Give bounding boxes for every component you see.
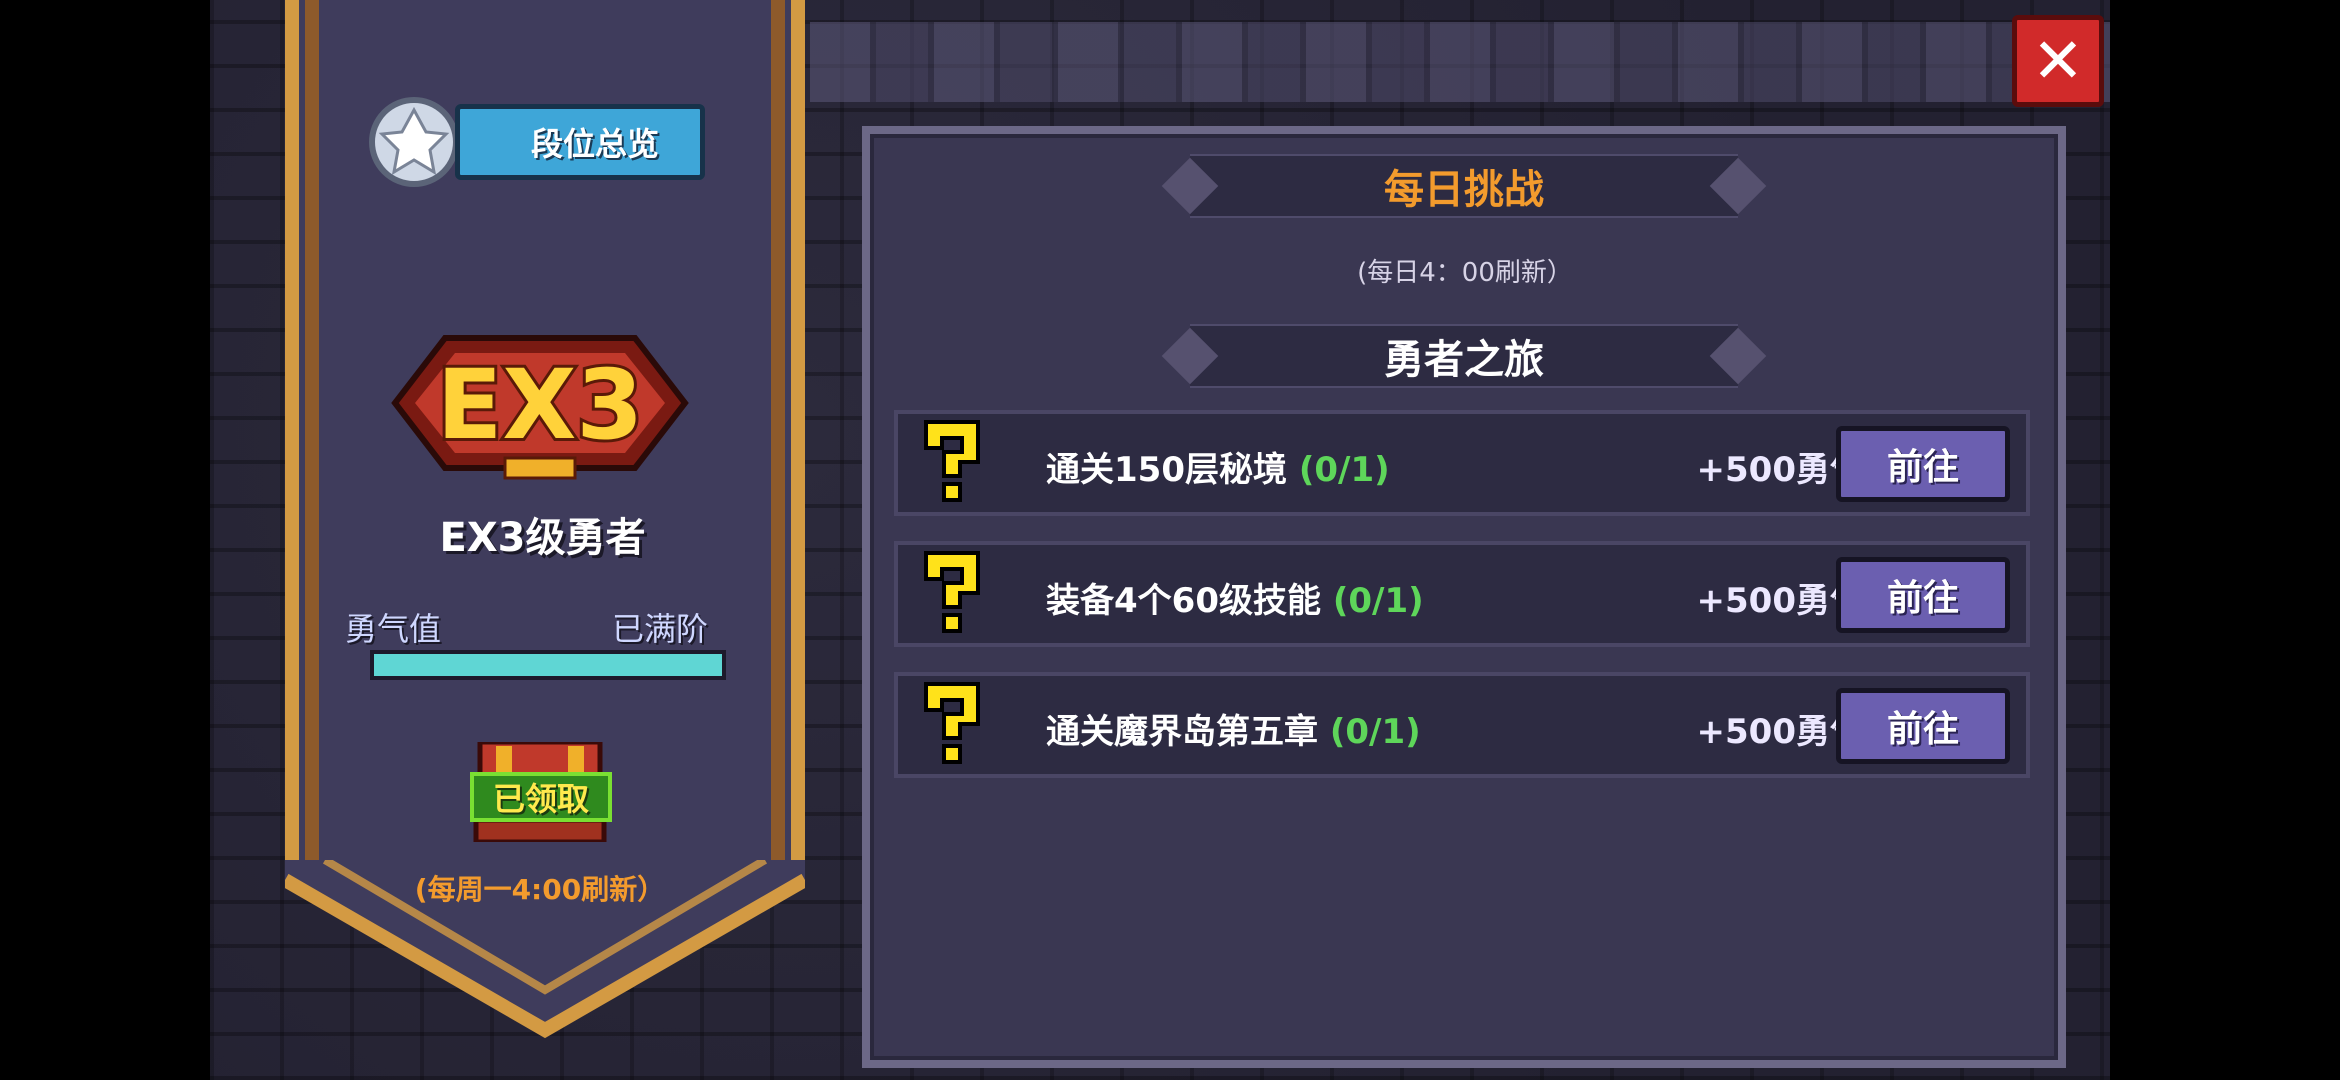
weekly-refresh-note: (每周一4:00刷新） <box>414 873 666 906</box>
quest-go-button[interactable]: 前往 <box>1836 426 2010 502</box>
quest-progress: (0/1) <box>1329 712 1421 752</box>
rank-crest-icon <box>369 97 459 187</box>
close-button[interactable]: ✕ <box>2012 15 2104 107</box>
daily-challenge-header: 每日挑战 <box>1161 154 1767 218</box>
quest-name: 装备4个60级技能 <box>1046 581 1321 621</box>
quest-title: 通关魔界岛第五章 (0/1) <box>1046 704 1421 753</box>
courage-status: 已满阶 <box>612 610 709 648</box>
banner-trim-right <box>771 0 785 880</box>
daily-refresh-note: (每日4：00刷新） <box>1357 258 1573 288</box>
question-mark-icon <box>924 420 980 502</box>
ex-badge-text: EX3 <box>437 349 643 461</box>
courage-label: 勇气值 <box>345 610 442 648</box>
hero-journey-header: 勇者之旅 <box>1161 324 1767 388</box>
quest-progress: (0/1) <box>1298 450 1390 490</box>
courage-progress-fill <box>374 654 722 676</box>
daily-challenge-title: 每日挑战 <box>1384 167 1544 213</box>
quest-title: 装备4个60级技能 (0/1) <box>1046 573 1424 622</box>
quest-row: 通关150层秘境 (0/1) +500勇气值 前往 <box>894 410 2030 516</box>
question-mark-icon <box>924 682 980 764</box>
courage-progress-bar <box>370 650 726 680</box>
quest-row: 通关魔界岛第五章 (0/1) +500勇气值 前往 <box>894 672 2030 778</box>
stone-wall-decoration <box>810 22 2110 102</box>
rank-overview-label: 段位总览 <box>530 125 659 163</box>
reward-claimed-label: 已领取 <box>470 772 612 822</box>
close-icon: ✕ <box>2032 24 2084 97</box>
banner-trim-left <box>305 0 319 880</box>
quest-title: 通关150层秘境 (0/1) <box>1046 442 1390 491</box>
question-mark-icon <box>924 551 980 633</box>
rank-overview-button[interactable]: 段位总览 <box>455 104 705 180</box>
ex-rank-emblem: EX3 <box>391 335 689 480</box>
quest-row: 装备4个60级技能 (0/1) +500勇气值 前往 <box>894 541 2030 647</box>
rank-title: EX3级勇者 <box>439 515 646 561</box>
quest-name: 通关魔界岛第五章 <box>1046 712 1318 752</box>
quest-progress: (0/1) <box>1332 581 1424 621</box>
quest-go-button[interactable]: 前往 <box>1836 688 2010 764</box>
quest-go-button[interactable]: 前往 <box>1836 557 2010 633</box>
hero-journey-title: 勇者之旅 <box>1384 337 1544 383</box>
quest-name: 通关150层秘境 <box>1046 450 1287 490</box>
